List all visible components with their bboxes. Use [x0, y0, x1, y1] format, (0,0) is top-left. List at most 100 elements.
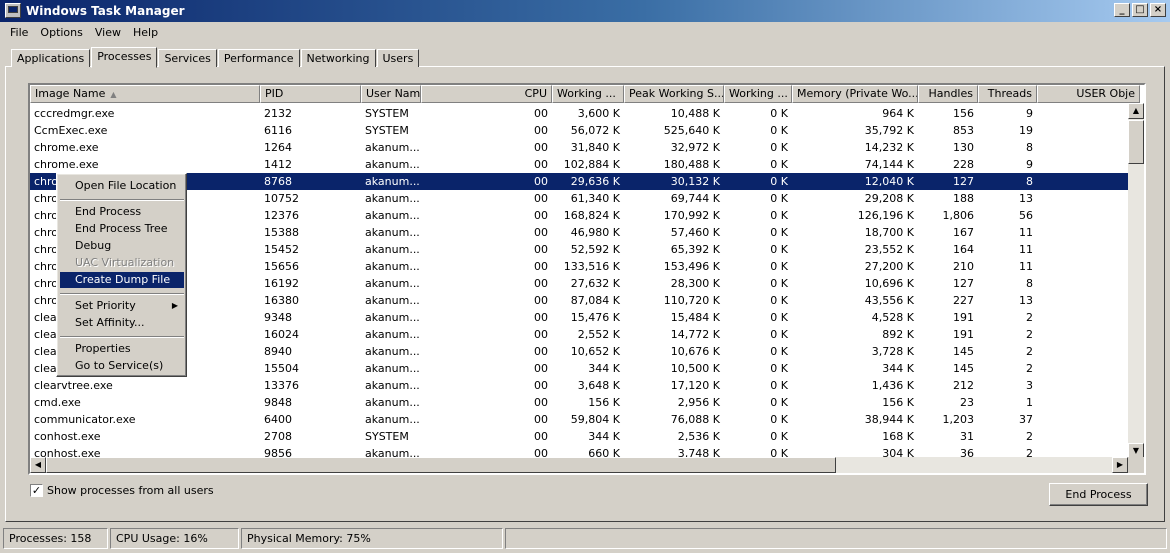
cell-mem: 74,144 K — [864, 158, 914, 171]
table-row[interactable]: chrome.exe 1412 akanum... 00 102,884 K 180,48… — [30, 156, 1128, 173]
column-threads[interactable]: Threads — [978, 85, 1037, 103]
menu-item-label: Set Affinity... — [75, 316, 145, 329]
table-row[interactable]: clea 15504 akanum... 00 344 K 10,500 K0 K 344 … — [30, 360, 1128, 377]
menu-item-create-dump-file[interactable]: Create Dump File — [60, 272, 184, 288]
cell-handles: 191 — [953, 328, 974, 341]
menu-separator — [60, 199, 184, 201]
cell-threads: 2 — [1026, 345, 1033, 358]
cell-pid: 10752 — [264, 192, 299, 205]
menu-item-end-process-tree[interactable]: End Process Tree — [60, 221, 184, 237]
maximize-button[interactable]: □ — [1132, 3, 1148, 17]
tab-users[interactable]: Users — [376, 49, 420, 67]
column-user-objects[interactable]: USER Obje — [1037, 85, 1140, 103]
menu-file[interactable]: File — [4, 26, 34, 39]
table-row[interactable]: chro 12376 akanum... 00 168,824 K 170,992 K0 … — [30, 207, 1128, 224]
menu-view[interactable]: View — [89, 26, 127, 39]
menu-options[interactable]: Options — [34, 26, 88, 39]
cell-userobj — [1037, 122, 1140, 139]
table-row[interactable]: chro 16380 akanum... 00 87,084 K 110,720 K0 K… — [30, 292, 1128, 309]
show-all-users-option[interactable]: ✓ Show processes from all users — [30, 484, 214, 497]
column-cpu[interactable]: CPU — [421, 85, 552, 103]
column-working-set[interactable]: Working ... — [552, 85, 624, 103]
menu-help[interactable]: Help — [127, 26, 164, 39]
minimize-button[interactable]: _ — [1114, 3, 1130, 17]
horizontal-scrollbar[interactable]: ◀ ▶ — [30, 457, 1128, 473]
cell-handles: 1,203 — [942, 413, 975, 426]
cell-ws: 52,592 K — [570, 243, 620, 256]
cell-peak: 170,992 K — [663, 209, 720, 222]
table-row[interactable]: clea 9348 akanum... 00 15,476 K 15,484 K0 K 4,… — [30, 309, 1128, 326]
cell-mem: 156 K — [882, 396, 914, 409]
cell-userobj — [1037, 394, 1140, 411]
tab-performance[interactable]: Performance — [217, 49, 300, 67]
tab-processes[interactable]: Processes — [91, 47, 158, 68]
table-row[interactable]: clea 16024 akanum... 00 2,552 K 14,772 K0 K 89… — [30, 326, 1128, 343]
status-memory: Physical Memory: 75% — [241, 528, 503, 549]
process-list[interactable]: Image Name ▲ PID User Name CPU Working ..… — [28, 83, 1146, 475]
table-row[interactable]: chro 10752 akanum... 00 61,340 K 69,744 K0 K2… — [30, 190, 1128, 207]
cell-userobj — [1037, 173, 1140, 190]
menu-item-set-affinity[interactable]: Set Affinity... — [60, 315, 184, 331]
table-row[interactable]: chro 15388 akanum... 00 46,980 K 57,460 K0 K1… — [30, 224, 1128, 241]
cell-ws: 59,804 K — [570, 413, 620, 426]
cell-userobj — [1037, 428, 1140, 445]
cell-wsd: 0 K — [770, 243, 788, 256]
cell-wsd: 0 K — [770, 430, 788, 443]
scroll-left-icon[interactable]: ◀ — [30, 457, 46, 473]
table-row[interactable]: chro 15452 akanum... 00 52,592 K 65,392 K0 K2… — [30, 241, 1128, 258]
cell-mem: 1,436 K — [871, 379, 914, 392]
column-user-name[interactable]: User Name — [361, 85, 421, 103]
show-all-users-checkbox[interactable]: ✓ — [30, 484, 43, 497]
table-row[interactable]: chro 8768 akanum... 00 29,636 K 30,132 K0 K 12… — [30, 173, 1128, 190]
horizontal-scroll-thumb[interactable] — [46, 457, 836, 473]
cell-mem: 27,200 K — [864, 260, 914, 273]
cell-handles: 228 — [953, 158, 974, 171]
table-row[interactable]: conhost.exe 2708 SYSTEM 00 344 K 2,536 K0 K 16… — [30, 428, 1128, 445]
end-process-button[interactable]: End Process — [1049, 483, 1148, 506]
column-memory-private[interactable]: Memory (Private Wo... — [792, 85, 918, 103]
cell-ws: 168,824 K — [563, 209, 620, 222]
tab-applications[interactable]: Applications — [11, 49, 91, 67]
table-row[interactable]: chro 16192 akanum... 00 27,632 K 28,300 K0 K1… — [30, 275, 1128, 292]
column-peak-working-set[interactable]: Peak Working S... — [624, 85, 724, 103]
cell-mem: 23,552 K — [864, 243, 914, 256]
menu-item-end-process[interactable]: End Process — [60, 204, 184, 220]
table-row[interactable]: CcmExec.exe 6116 SYSTEM 00 56,072 K 525,640 K… — [30, 122, 1128, 139]
cell-pid: 16380 — [264, 294, 299, 307]
menu-separator — [60, 293, 184, 295]
close-button[interactable]: × — [1150, 3, 1166, 17]
menu-item-go-to-service-s[interactable]: Go to Service(s) — [60, 358, 184, 374]
cell-ws: 133,516 K — [563, 260, 620, 273]
cell-mem: 43,556 K — [864, 294, 914, 307]
table-row[interactable]: chro 15656 akanum... 00 133,516 K 153,496 K0 … — [30, 258, 1128, 275]
cell-wsd: 0 K — [770, 311, 788, 324]
cell-pid: 8768 — [264, 175, 292, 188]
table-row[interactable]: communicator.exe 6400 akanum... 00 59,804 K7… — [30, 411, 1136, 428]
tab-services[interactable]: Services — [158, 49, 217, 67]
menu-item-set-priority[interactable]: Set Priority ▶ — [60, 298, 184, 314]
table-row[interactable]: clearvtree.exe 13376 akanum... 00 3,648 K 17,… — [30, 377, 1128, 394]
tab-networking[interactable]: Networking — [300, 49, 376, 67]
vertical-scrollbar[interactable]: ▲ ▼ — [1128, 103, 1144, 459]
cell-name: communicator.exe — [34, 413, 136, 426]
cell-userobj — [1037, 292, 1140, 309]
cell-threads: 19 — [1019, 124, 1033, 137]
cell-peak: 10,488 K — [670, 107, 720, 120]
scroll-right-icon[interactable]: ▶ — [1112, 457, 1128, 473]
cell-ws: 156 K — [588, 396, 620, 409]
menu-item-open-file-location[interactable]: Open File Location — [60, 178, 184, 194]
cell-pid: 8940 — [264, 345, 292, 358]
menu-item-debug[interactable]: Debug — [60, 238, 184, 254]
column-handles[interactable]: Handles — [918, 85, 978, 103]
vertical-scroll-thumb[interactable] — [1128, 120, 1144, 164]
column-working-set-delta[interactable]: Working ... — [724, 85, 792, 103]
table-row[interactable]: clea 8940 akanum... 00 10,652 K 10,676 K0 K 3,… — [30, 343, 1128, 360]
scroll-up-icon[interactable]: ▲ — [1128, 103, 1144, 119]
table-row[interactable]: chrome.exe 1264 akanum... 00 31,840 K 32,972 … — [30, 139, 1128, 156]
table-row[interactable]: cmd.exe 9848 akanum... 00 156 K 2,956 K0 K 156… — [30, 394, 1128, 411]
column-image-name[interactable]: Image Name ▲ — [30, 85, 260, 103]
menu-item-properties[interactable]: Properties — [60, 341, 184, 357]
table-row[interactable]: cccredmgr.exe 2132 SYSTEM 00 3,600 K 10,488 K… — [30, 105, 1128, 122]
cell-ws: 46,980 K — [570, 226, 620, 239]
column-pid[interactable]: PID — [260, 85, 361, 103]
